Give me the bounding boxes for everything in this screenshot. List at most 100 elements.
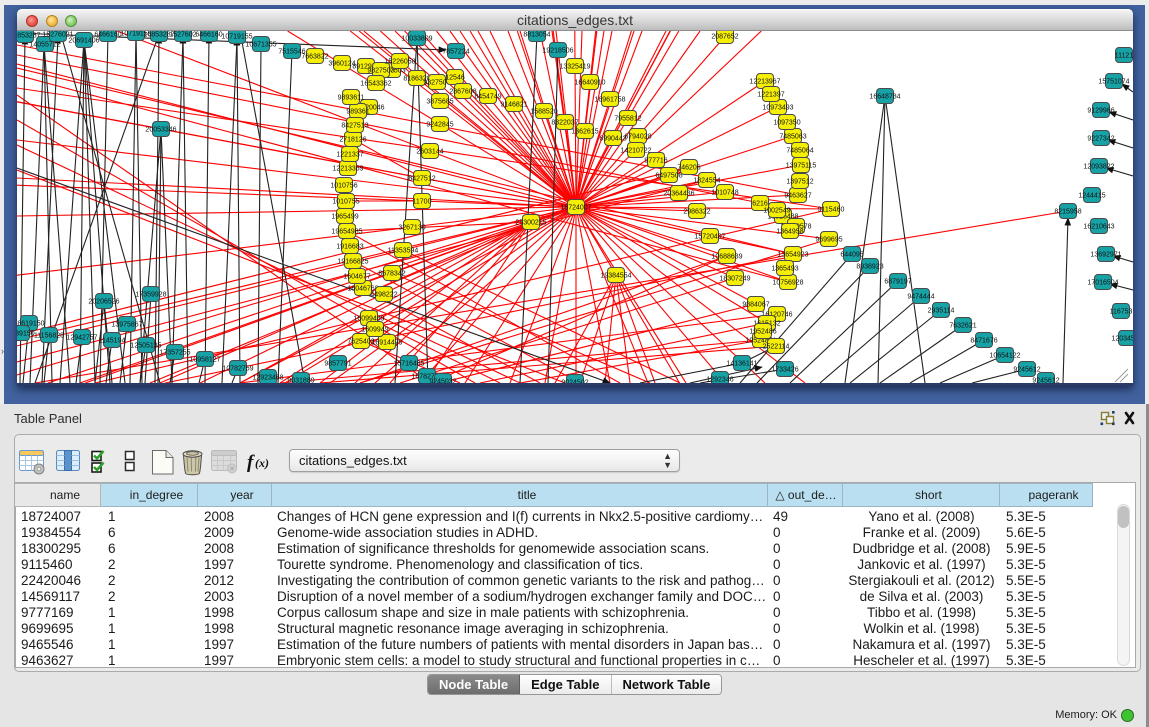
- svg-text:18724007: 18724007: [560, 205, 591, 212]
- svg-text:6879197: 6879197: [884, 279, 911, 286]
- svg-text:1364958: 1364958: [776, 229, 803, 236]
- svg-text:1965499: 1965499: [331, 214, 358, 221]
- svg-text:6216: 6216: [752, 201, 768, 208]
- svg-text:17359928: 17359928: [135, 292, 166, 299]
- svg-text:1916683: 1916683: [336, 244, 363, 251]
- svg-text:6466160: 6466160: [94, 32, 121, 39]
- svg-text:7515546: 7515546: [278, 49, 305, 56]
- svg-text:1362615: 1362615: [571, 129, 598, 136]
- svg-text:2087652: 2087652: [711, 34, 738, 41]
- svg-text:14136141: 14136141: [726, 361, 757, 368]
- svg-text:25300215: 25300215: [515, 220, 546, 227]
- svg-text:1824554: 1824554: [693, 178, 720, 185]
- svg-text:6466160: 6466160: [195, 32, 222, 39]
- svg-text:1733426: 1733426: [771, 367, 798, 374]
- svg-text:13325419: 13325419: [559, 64, 590, 71]
- svg-text:16961758: 16961758: [594, 97, 625, 104]
- svg-text:8678342: 8678342: [378, 271, 405, 278]
- svg-text:9115460: 9115460: [818, 207, 845, 214]
- svg-text:8471676: 8471676: [970, 338, 997, 345]
- svg-text:8813054: 8813054: [523, 32, 550, 39]
- svg-text:20206526: 20206526: [88, 299, 119, 306]
- svg-text:17357255: 17357255: [159, 350, 190, 357]
- svg-text:1527602: 1527602: [169, 32, 196, 39]
- svg-text:10688639: 10688639: [711, 254, 742, 261]
- svg-text:2867608: 2867608: [449, 89, 476, 96]
- svg-text:13654923: 13654923: [777, 252, 808, 259]
- svg-text:15716485: 15716485: [393, 361, 424, 368]
- svg-text:1010755: 1010755: [332, 199, 359, 206]
- svg-text:2986322: 2986322: [683, 209, 710, 216]
- svg-text:11121: 11121: [1115, 53, 1133, 60]
- svg-text:644095: 644095: [840, 252, 863, 259]
- svg-text:1010756: 1010756: [330, 183, 357, 190]
- svg-text:1397512: 1397512: [786, 179, 813, 186]
- svg-text:10973493: 10973493: [762, 105, 793, 112]
- svg-text:1002549: 1002549: [763, 208, 790, 215]
- svg-text:12034554: 12034554: [1111, 336, 1133, 343]
- svg-text:1952486: 1952486: [749, 329, 776, 336]
- svg-text:9129966: 9129966: [1087, 108, 1114, 115]
- svg-text:6990443: 6990443: [599, 136, 626, 143]
- svg-text:9893611: 9893611: [338, 95, 365, 102]
- svg-text:3267130: 3267130: [398, 225, 425, 232]
- svg-text:14055712: 14055712: [29, 42, 60, 49]
- svg-text:977716: 977716: [644, 158, 667, 165]
- svg-text:1609949: 1609949: [361, 327, 388, 334]
- svg-text:16648784: 16648784: [869, 94, 900, 101]
- svg-text:8215958: 8215958: [1054, 209, 1081, 216]
- svg-text:20053346: 20053346: [145, 127, 176, 134]
- svg-text:7485063: 7485063: [779, 134, 806, 141]
- svg-text:2603144: 2603144: [416, 149, 443, 156]
- svg-text:989361: 989361: [346, 109, 369, 116]
- svg-text:10654122: 10654122: [989, 353, 1020, 360]
- svg-text:1244415: 1244415: [1078, 193, 1105, 200]
- svg-text:(x): (x): [255, 456, 269, 470]
- svg-text:13975115: 13975115: [786, 163, 817, 170]
- svg-text:10033809: 10033809: [401, 36, 432, 43]
- svg-text:1588520: 1588520: [530, 109, 557, 116]
- svg-text:11353594: 11353594: [388, 248, 419, 255]
- svg-text:1010748: 1010748: [711, 190, 738, 197]
- svg-text:1097350: 1097350: [773, 120, 800, 127]
- svg-text:9857791: 9857791: [324, 361, 351, 368]
- svg-text:7955812: 7955812: [614, 116, 641, 123]
- svg-text:6497508: 6497508: [655, 173, 682, 180]
- svg-text:13975867: 13975867: [111, 322, 142, 329]
- svg-text:10719155: 10719155: [221, 34, 252, 41]
- svg-text:9227342: 9227342: [1087, 136, 1114, 143]
- svg-text:10756928: 10756928: [772, 280, 803, 287]
- svg-text:9242845: 9242845: [426, 122, 453, 129]
- svg-text:8427512: 8427512: [408, 176, 435, 183]
- svg-text:14210722: 14210722: [620, 148, 651, 155]
- svg-text:15720407: 15720407: [694, 234, 725, 241]
- svg-text:1604677: 1604677: [343, 274, 370, 281]
- svg-text:13692971: 13692971: [1090, 252, 1121, 259]
- svg-text:2522114: 2522114: [763, 344, 790, 351]
- svg-text:12093822: 12093822: [1083, 164, 1114, 171]
- svg-text:9245612: 9245612: [1013, 367, 1040, 374]
- svg-text:12942757: 12942757: [66, 335, 97, 342]
- svg-text:16640910: 16640910: [574, 80, 605, 87]
- svg-text:11700: 11700: [413, 199, 432, 206]
- svg-text:17016504: 17016504: [1087, 280, 1118, 287]
- svg-text:1939150: 1939150: [17, 331, 35, 338]
- svg-text:20691406: 20691406: [68, 38, 99, 45]
- svg-text:9146821: 9146821: [500, 102, 527, 109]
- svg-text:9463627: 9463627: [784, 193, 811, 200]
- svg-text:1365493: 1365493: [771, 266, 798, 273]
- svg-text:19654985: 19654985: [331, 229, 362, 236]
- svg-text:16543362: 16543362: [360, 81, 391, 88]
- svg-text:6794028: 6794028: [624, 134, 651, 141]
- svg-text:11156828: 11156828: [34, 333, 64, 340]
- svg-text:f: f: [247, 452, 255, 473]
- svg-text:7857224: 7857224: [442, 49, 469, 56]
- svg-text:9884067: 9884067: [742, 302, 769, 309]
- svg-text:1221397: 1221397: [757, 92, 784, 99]
- svg-text:8454749: 8454749: [474, 94, 501, 101]
- svg-text:12923468: 12923468: [252, 375, 283, 382]
- svg-text:2718126: 2718126: [339, 137, 366, 144]
- svg-text:20364436: 20364436: [663, 191, 694, 198]
- svg-text:10782759: 10782759: [222, 366, 253, 373]
- svg-text:746206: 746206: [677, 165, 700, 172]
